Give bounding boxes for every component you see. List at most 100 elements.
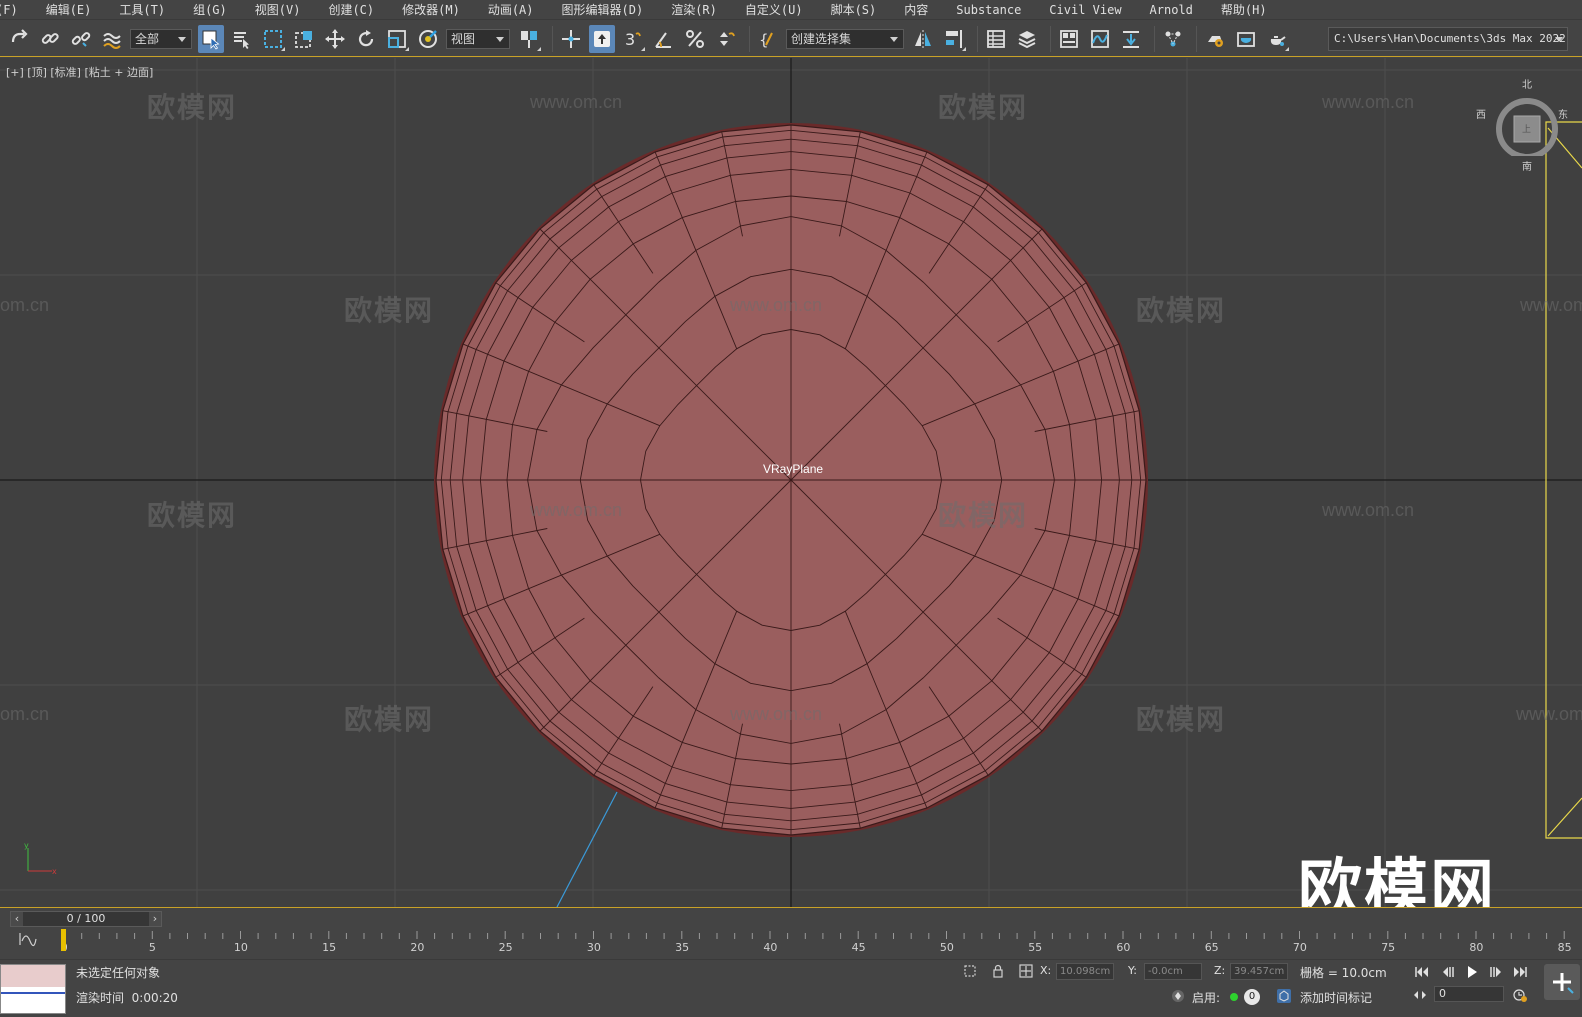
- link-button[interactable]: [37, 25, 63, 53]
- menu-item-2[interactable]: 工具(T): [105, 0, 179, 20]
- reference-coordinate-dropdown[interactable]: 视图: [446, 28, 510, 49]
- menu-item-15[interactable]: Arnold: [1136, 0, 1207, 20]
- menu-item-11[interactable]: 脚本(S): [817, 0, 891, 20]
- track-bar-ticks: 0510152025303540455055606570758085: [61, 931, 1572, 954]
- y-coord-field[interactable]: -0.0cm: [1144, 963, 1202, 980]
- top-viewport[interactable]: y x [+] [顶] [标准] [粘土 + 边面] 欧模网 www.om.cn…: [0, 58, 1582, 907]
- snap-toggle-button[interactable]: 3: [620, 25, 646, 53]
- enable-label: 启用:: [1192, 991, 1221, 1005]
- move-button[interactable]: [322, 25, 348, 53]
- keyboard-shortcut-toggle[interactable]: [589, 24, 615, 53]
- bind-spacewarp-button[interactable]: [99, 25, 125, 53]
- watermark-text: 欧模网: [147, 499, 238, 532]
- viewcube-north[interactable]: 北: [1522, 76, 1532, 91]
- pivot-center-button[interactable]: [516, 25, 542, 53]
- project-path-dropdown[interactable]: C:\Users\Han\Documents\3ds Max 2022: [1328, 27, 1568, 51]
- enable-count-badge[interactable]: 0: [1244, 989, 1260, 1005]
- isolate-selection-icon[interactable]: [962, 963, 978, 979]
- schematic-view-button[interactable]: [1118, 25, 1144, 53]
- flyout-indicator-icon: [1285, 46, 1289, 51]
- menu-item-9[interactable]: 渲染(R): [657, 0, 731, 20]
- viewcube-west[interactable]: 西: [1476, 106, 1486, 121]
- watermark-text: 欧模网: [344, 294, 435, 327]
- scene-explorer-button[interactable]: [983, 25, 1009, 53]
- key-mode-icon[interactable]: [1412, 987, 1428, 1003]
- tick-label: 25: [499, 941, 513, 954]
- menu-item-12[interactable]: 内容: [890, 0, 942, 20]
- menu-item-0[interactable]: (F): [0, 0, 32, 20]
- menu-item-14[interactable]: Civil View: [1035, 0, 1135, 20]
- edit-named-selection-button[interactable]: {: [755, 25, 781, 53]
- select-manipulate-button[interactable]: [558, 25, 584, 53]
- viewport-label-menu[interactable]: [+] [顶] [标准] [粘土 + 边面]: [6, 64, 153, 80]
- material-editor-button[interactable]: [1160, 25, 1186, 53]
- curve-editor-button[interactable]: [1087, 25, 1113, 53]
- align-button[interactable]: [941, 25, 967, 53]
- time-tag-icon[interactable]: [1276, 988, 1292, 1004]
- viewcube-south[interactable]: 南: [1522, 158, 1532, 173]
- list-select-icon: [234, 31, 249, 49]
- layer-explorer-button[interactable]: [1014, 25, 1040, 53]
- menu-item-13[interactable]: Substance: [942, 0, 1035, 20]
- time-slider-thumb[interactable]: ‹ 0 / 100 ›: [10, 911, 162, 927]
- x-coord-field[interactable]: 10.098cm: [1056, 963, 1114, 980]
- angle-snap-button[interactable]: [651, 25, 677, 53]
- menu-item-1[interactable]: 编辑(E): [32, 0, 106, 20]
- place-button[interactable]: [415, 25, 441, 53]
- next-frame-arrow-icon[interactable]: ›: [149, 912, 161, 926]
- menu-item-3[interactable]: 组(G): [179, 0, 241, 20]
- menu-item-10[interactable]: 自定义(U): [731, 0, 817, 20]
- goto-end-icon[interactable]: [1510, 963, 1530, 981]
- absolute-mode-icon[interactable]: [1018, 963, 1034, 979]
- menu-item-16[interactable]: 帮助(H): [1207, 0, 1281, 20]
- tick-label: 55: [1028, 941, 1042, 954]
- prev-frame-icon[interactable]: [1438, 963, 1458, 981]
- current-frame-field[interactable]: 0: [1434, 986, 1504, 1002]
- add-time-tag-button[interactable]: 添加时间标记: [1300, 989, 1372, 1006]
- window-crossing-icon: [295, 30, 312, 48]
- selection-set-dropdown[interactable]: 创建选择集: [786, 28, 904, 49]
- track-bar[interactable]: 0510152025303540455055606570758085: [0, 929, 1582, 959]
- viewcube-face-top[interactable]: 上: [1522, 122, 1531, 135]
- rendered-frame-window-button[interactable]: [1233, 25, 1259, 53]
- time-config-icon[interactable]: [1512, 987, 1528, 1003]
- rect-region-button[interactable]: [260, 25, 286, 53]
- window-crossing-button[interactable]: [291, 25, 317, 53]
- selection-filter-dropdown[interactable]: 全部: [130, 28, 192, 49]
- watermark-text: 欧模网: [938, 91, 1029, 124]
- vrayplane-mesh[interactable]: [434, 123, 1148, 837]
- select-object-button[interactable]: [198, 24, 224, 53]
- tick-label: 80: [1469, 941, 1483, 954]
- lock-icon[interactable]: [990, 963, 1006, 979]
- rotate-button[interactable]: [353, 25, 379, 53]
- menu-item-4[interactable]: 视图(V): [241, 0, 315, 20]
- render-setup-button[interactable]: [1202, 25, 1228, 53]
- mirror-button[interactable]: [910, 25, 936, 53]
- next-frame-icon[interactable]: [1486, 963, 1506, 981]
- spinner-snap-button[interactable]: [713, 25, 739, 53]
- menu-item-6[interactable]: 修改器(M): [388, 0, 474, 20]
- menu-item-7[interactable]: 动画(A): [474, 0, 548, 20]
- redo-button[interactable]: [6, 25, 32, 53]
- z-coord-field[interactable]: 39.457cm: [1230, 963, 1288, 980]
- select-by-name-button[interactable]: [229, 25, 255, 53]
- toggle-ribbon-button[interactable]: [1056, 25, 1082, 53]
- render-production-button[interactable]: [1264, 25, 1290, 53]
- unlink-button[interactable]: [68, 25, 94, 53]
- time-slider[interactable]: ‹ 0 / 100 ›: [0, 907, 1582, 929]
- link-icon: [41, 32, 59, 44]
- scale-button[interactable]: [384, 25, 410, 53]
- menu-item-8[interactable]: 图形编辑器(D): [548, 0, 658, 20]
- percent-snap-button[interactable]: [682, 25, 708, 53]
- goto-start-icon[interactable]: [1412, 963, 1432, 981]
- play-icon[interactable]: [1462, 963, 1482, 981]
- maxscript-listener-mini[interactable]: [0, 964, 66, 1014]
- viewport-maximize-button[interactable]: [1544, 964, 1580, 1000]
- viewcube-east[interactable]: 东: [1558, 106, 1568, 121]
- current-frame-marker[interactable]: [61, 929, 66, 951]
- viewcube[interactable]: 北 南 东 西 上: [1476, 76, 1568, 173]
- curve-editor-mini-icon[interactable]: [19, 933, 37, 947]
- tick-label: 10: [234, 941, 248, 954]
- adaptive-degradation-icon[interactable]: [1170, 988, 1186, 1004]
- menu-item-5[interactable]: 创建(C): [314, 0, 388, 20]
